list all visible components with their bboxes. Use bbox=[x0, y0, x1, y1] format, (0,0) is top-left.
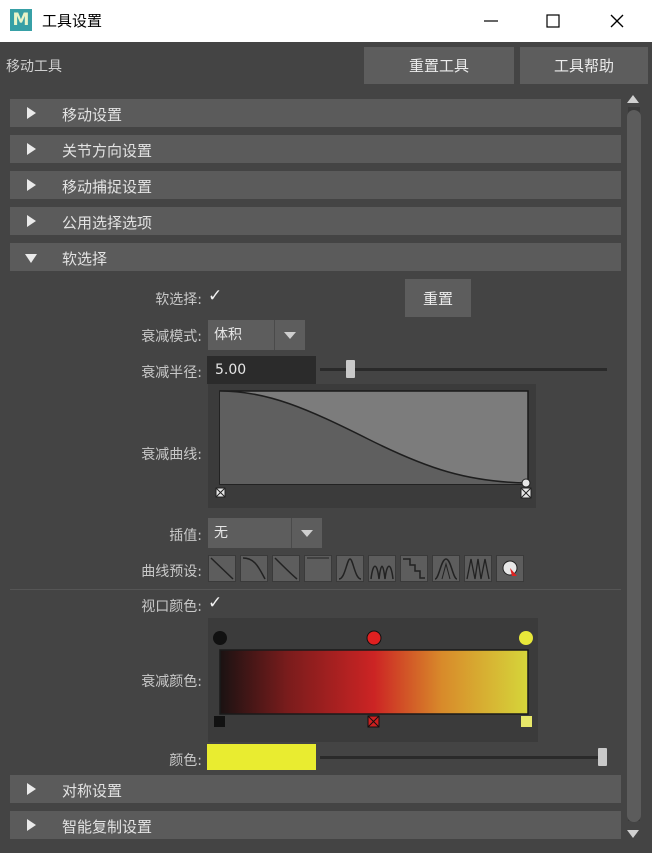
preset-custom-icon[interactable] bbox=[496, 555, 524, 582]
section-move-snap[interactable]: 移动捕捉设置 bbox=[10, 171, 621, 199]
interpolation-label: 插值: bbox=[169, 528, 202, 544]
section-label: 移动设置 bbox=[62, 106, 123, 124]
viewport-color-checkbox[interactable]: ✓ bbox=[208, 593, 222, 613]
scrollbar-thumb[interactable] bbox=[627, 110, 641, 822]
soft-select-checkbox[interactable]: ✓ bbox=[208, 286, 222, 306]
preset-spikes-icon[interactable] bbox=[464, 555, 492, 582]
falloff-curve-graph[interactable] bbox=[208, 384, 536, 508]
expand-arrow-icon bbox=[27, 143, 36, 155]
gradient-key-mid-icon[interactable] bbox=[367, 715, 380, 728]
preset-wave-icon[interactable] bbox=[432, 555, 460, 582]
section-label: 移动捕捉设置 bbox=[62, 178, 153, 196]
dropdown-arrow-icon bbox=[291, 518, 322, 548]
falloff-curve-label: 衰减曲线: bbox=[141, 447, 202, 463]
expand-arrow-icon bbox=[27, 783, 36, 795]
gradient-key-start-icon[interactable] bbox=[214, 716, 225, 727]
section-soft-select[interactable]: 软选择 bbox=[10, 243, 621, 271]
section-label: 智能复制设置 bbox=[62, 818, 153, 836]
falloff-mode-label: 衰减模式: bbox=[141, 329, 202, 345]
soft-select-reset-button[interactable]: 重置 bbox=[405, 279, 471, 317]
interpolation-dropdown[interactable]: 无 bbox=[208, 518, 322, 548]
preset-stairs-icon[interactable] bbox=[400, 555, 428, 582]
tool-help-button[interactable]: 工具帮助 bbox=[520, 47, 648, 84]
curve-presets-label: 曲线预设: bbox=[141, 564, 202, 580]
gradient-stop-black-icon[interactable] bbox=[213, 631, 227, 645]
soft-select-label: 软选择: bbox=[155, 292, 202, 308]
preset-steep-icon[interactable] bbox=[272, 555, 300, 582]
section-joint-orient[interactable]: 关节方向设置 bbox=[10, 135, 621, 163]
section-label: 软选择 bbox=[62, 250, 108, 268]
preset-ring-icon[interactable] bbox=[368, 555, 396, 582]
viewport-color-label: 视口颜色: bbox=[141, 599, 202, 615]
scroll-up-icon[interactable] bbox=[627, 95, 639, 103]
falloff-radius-slider-handle[interactable] bbox=[346, 360, 356, 378]
curve-key-end-icon[interactable] bbox=[520, 478, 532, 499]
color-slider-handle[interactable] bbox=[598, 748, 607, 766]
gradient-stop-yellow-icon[interactable] bbox=[519, 631, 533, 645]
minimize-icon bbox=[484, 20, 498, 22]
falloff-mode-dropdown[interactable]: 体积 bbox=[208, 320, 305, 350]
falloff-radius-slider-track[interactable] bbox=[320, 368, 607, 371]
interpolation-value: 无 bbox=[214, 525, 228, 541]
falloff-radius-label: 衰减半径: bbox=[141, 365, 202, 381]
color-label: 颜色: bbox=[169, 753, 202, 769]
dropdown-arrow-icon bbox=[274, 320, 305, 350]
maximize-button[interactable] bbox=[526, 0, 580, 42]
gradient-stop-red-icon[interactable] bbox=[366, 630, 382, 646]
app-icon: M bbox=[10, 9, 32, 31]
expand-arrow-icon bbox=[27, 819, 36, 831]
section-label: 公用选择选项 bbox=[62, 214, 153, 232]
expand-arrow-icon bbox=[27, 179, 36, 191]
gradient-key-end-icon[interactable] bbox=[521, 716, 532, 727]
color-swatch[interactable] bbox=[207, 744, 316, 770]
reset-tool-button[interactable]: 重置工具 bbox=[364, 47, 514, 84]
color-slider-track[interactable] bbox=[320, 756, 607, 759]
expand-arrow-icon bbox=[27, 107, 36, 119]
section-move-settings[interactable]: 移动设置 bbox=[10, 99, 621, 127]
collapse-arrow-icon bbox=[25, 254, 37, 263]
falloff-color-ramp[interactable] bbox=[208, 618, 538, 742]
falloff-radius-field[interactable]: 5.00 bbox=[207, 356, 316, 384]
falloff-mode-value: 体积 bbox=[214, 327, 242, 343]
close-icon bbox=[610, 14, 624, 28]
minimize-button[interactable] bbox=[464, 0, 518, 42]
maximize-icon bbox=[546, 14, 560, 28]
falloff-color-label: 衰减颜色: bbox=[141, 674, 202, 690]
section-label: 对称设置 bbox=[62, 782, 123, 800]
section-common-selection[interactable]: 公用选择选项 bbox=[10, 207, 621, 235]
title-bar: M 工具设置 bbox=[0, 0, 652, 42]
section-label: 关节方向设置 bbox=[62, 142, 153, 160]
tool-name: 移动工具 bbox=[6, 59, 62, 75]
close-button[interactable] bbox=[590, 0, 644, 42]
window-title: 工具设置 bbox=[42, 12, 103, 30]
expand-arrow-icon bbox=[27, 215, 36, 227]
separator bbox=[10, 589, 621, 590]
section-symmetry[interactable]: 对称设置 bbox=[10, 775, 621, 803]
scroll-down-icon[interactable] bbox=[627, 830, 639, 838]
curve-key-start-icon[interactable] bbox=[215, 487, 226, 498]
preset-soft-icon[interactable] bbox=[240, 555, 268, 582]
section-smart-duplicate[interactable]: 智能复制设置 bbox=[10, 811, 621, 839]
preset-linear-icon[interactable] bbox=[208, 555, 236, 582]
preset-flat-icon[interactable] bbox=[304, 555, 332, 582]
preset-bell-icon[interactable] bbox=[336, 555, 364, 582]
